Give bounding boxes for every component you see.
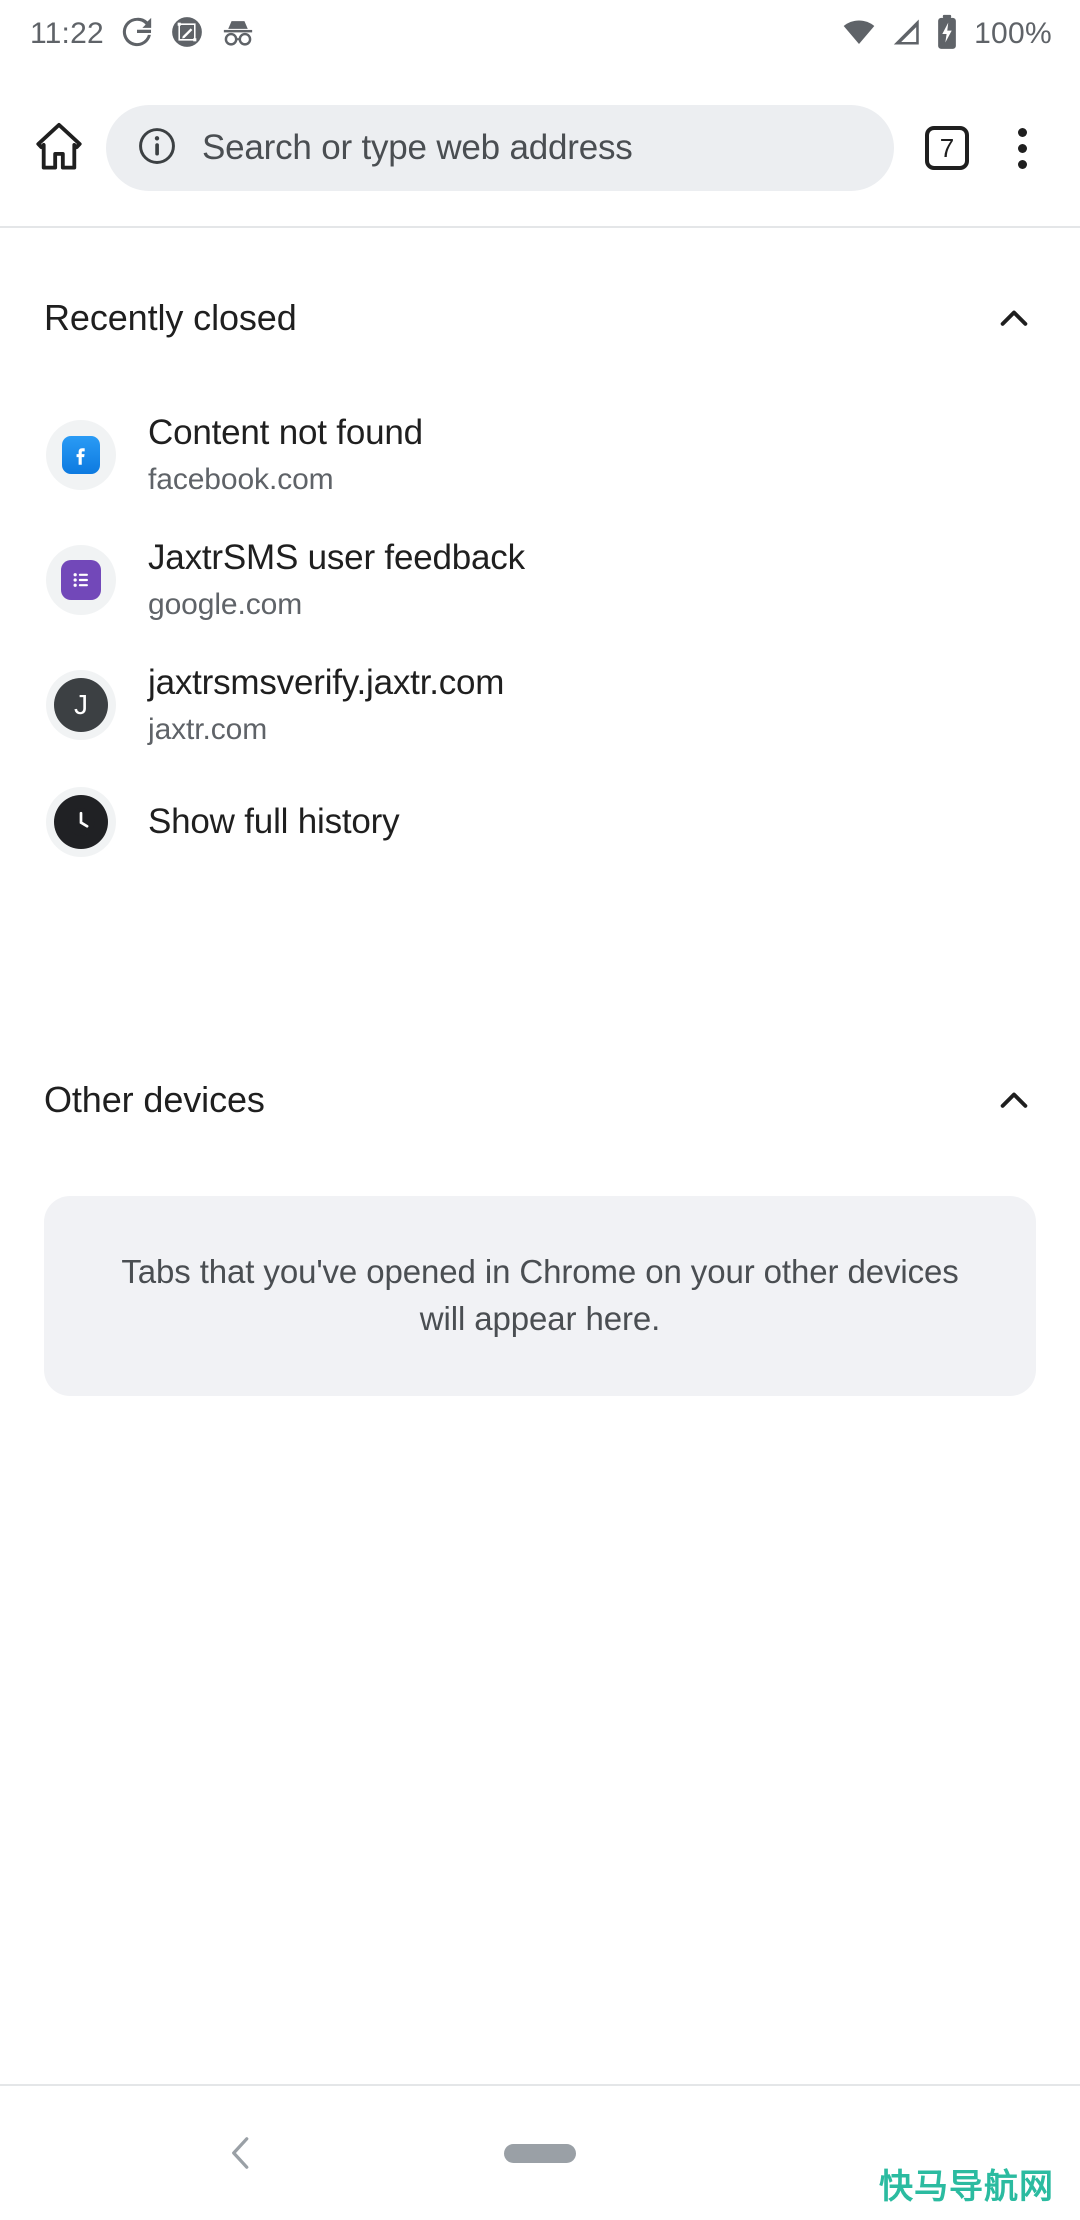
home-icon <box>32 119 86 178</box>
status-bar: 11:22 100% <box>0 0 1080 68</box>
list-item-title: JaxtrSMS user feedback <box>148 538 525 578</box>
battery-percent-label: 100% <box>974 17 1052 50</box>
list-item-domain: facebook.com <box>148 462 334 496</box>
overflow-menu-button[interactable] <box>986 107 1058 189</box>
toolbar-divider <box>0 226 1080 228</box>
omnibox-placeholder-text: Search or type web address <box>202 128 633 167</box>
clock-icon <box>54 795 108 849</box>
google-icon <box>120 15 154 54</box>
tab-count-label: 7 <box>939 133 955 163</box>
letter-favicon: J <box>46 670 116 740</box>
list-item[interactable]: JaxtrSMS user feedback google.com <box>0 521 1080 639</box>
chevron-up-icon[interactable] <box>982 1068 1046 1132</box>
list-item-title: Content not found <box>148 413 423 453</box>
watermark-label: 快马导航网 <box>879 2167 1054 2207</box>
section-header-recently-closed[interactable]: Recently closed <box>0 276 1080 360</box>
favicon-letter: J <box>54 678 108 732</box>
facebook-icon <box>62 436 100 474</box>
list-item-text: JaxtrSMS user feedback google.com <box>148 537 525 622</box>
screenshot-markup-icon <box>170 15 204 54</box>
list-item-title: jaxtrsmsverify.jaxtr.com <box>148 663 505 703</box>
status-bar-right: 100% <box>840 14 1052 55</box>
list-item-text: jaxtrsmsverify.jaxtr.com jaxtr.com <box>148 662 504 747</box>
status-bar-left: 11:22 <box>30 15 256 54</box>
tab-switcher-button[interactable]: 7 <box>908 107 986 189</box>
section-title-other-devices: Other devices <box>44 1079 265 1120</box>
phone-screen: 11:22 100% Search or type web address 7 … <box>0 0 1080 2220</box>
battery-charging-icon <box>934 14 960 55</box>
other-devices-empty-message: Tabs that you've opened in Chrome on you… <box>121 1253 959 1337</box>
other-devices-empty-card: Tabs that you've opened in Chrome on you… <box>44 1196 1036 1396</box>
browser-toolbar: Search or type web address 7 <box>0 68 1080 228</box>
home-button[interactable] <box>18 107 100 189</box>
list-item[interactable]: J jaxtrsmsverify.jaxtr.com jaxtr.com <box>0 646 1080 764</box>
show-full-history-label: Show full history <box>148 802 400 841</box>
list-item-domain: google.com <box>148 587 303 621</box>
omnibox[interactable]: Search or type web address <box>106 105 894 191</box>
home-pill-icon[interactable] <box>504 2144 576 2163</box>
back-chevron-icon[interactable] <box>206 2118 276 2188</box>
status-clock: 11:22 <box>30 17 104 50</box>
list-item-text: Show full history <box>148 802 400 842</box>
list-item[interactable]: Content not found facebook.com <box>0 396 1080 514</box>
incognito-icon <box>220 16 256 53</box>
wifi-icon <box>840 15 878 54</box>
show-full-history-row[interactable]: Show full history <box>0 768 1080 876</box>
list-item-domain: jaxtr.com <box>148 712 268 746</box>
chevron-up-icon[interactable] <box>982 286 1046 350</box>
forms-list-icon <box>61 560 101 600</box>
list-item-text: Content not found facebook.com <box>148 412 423 497</box>
menu-dot-icon <box>1017 127 1027 137</box>
google-forms-favicon <box>46 545 116 615</box>
page-info-icon[interactable] <box>136 125 178 172</box>
cellular-signal-icon <box>888 15 924 54</box>
tab-counter-box: 7 <box>925 126 969 170</box>
facebook-favicon <box>46 420 116 490</box>
menu-dot-icon <box>1017 143 1027 153</box>
history-favicon <box>46 787 116 857</box>
section-header-other-devices[interactable]: Other devices <box>0 1058 1080 1142</box>
section-title-recently-closed: Recently closed <box>44 297 297 338</box>
menu-dot-icon <box>1017 159 1027 169</box>
